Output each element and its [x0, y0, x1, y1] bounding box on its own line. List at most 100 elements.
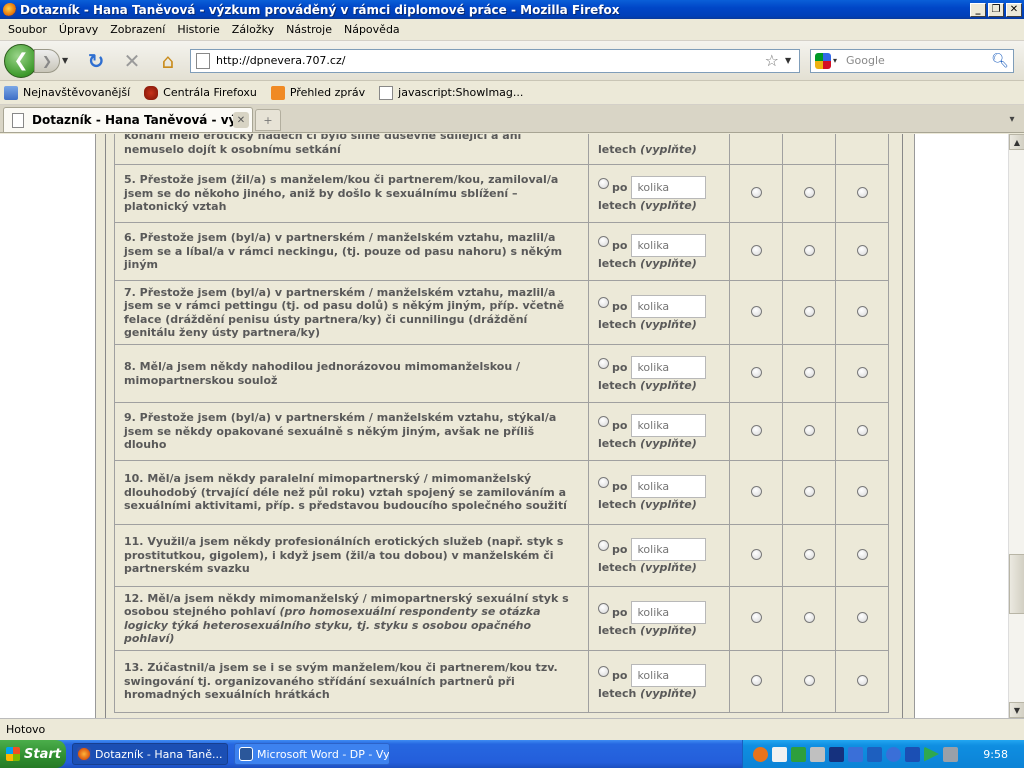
- taskbar-firefox[interactable]: Dotazník - Hana Taně...: [72, 743, 228, 765]
- answer-radio-1[interactable]: [750, 611, 762, 623]
- menu-help[interactable]: Nápověda: [338, 23, 406, 36]
- answer-radio-1[interactable]: [750, 424, 762, 436]
- search-engine-dropdown-icon[interactable]: ▾: [833, 56, 843, 65]
- restore-button[interactable]: ❐: [988, 2, 1004, 17]
- answer-radio-2[interactable]: [803, 548, 815, 560]
- answer-radio-3[interactable]: [856, 548, 868, 560]
- answer-radio-3[interactable]: [856, 244, 868, 256]
- frequency-radio[interactable]: [598, 415, 609, 427]
- reload-icon[interactable]: ↻: [84, 49, 108, 73]
- answer-radio-2[interactable]: [803, 424, 815, 436]
- answer-radio-1[interactable]: [750, 548, 762, 560]
- play-tray-icon[interactable]: [924, 746, 939, 762]
- frequency-radio[interactable]: [598, 296, 609, 308]
- menu-file[interactable]: Soubor: [2, 23, 53, 36]
- volume-tray-icon[interactable]: [810, 746, 825, 762]
- vertical-scrollbar[interactable]: ▲ ▼: [1008, 134, 1024, 718]
- answer-radio-1[interactable]: [750, 186, 762, 198]
- answer-radio-3[interactable]: [856, 366, 868, 378]
- window-title-bar[interactable]: Dotazník - Hana Taněvová - výzkum provád…: [0, 0, 1024, 19]
- tab-list-dropdown-icon[interactable]: ▾: [1002, 108, 1022, 130]
- page-viewport[interactable]: konání mělo erotický nádech či bylo siln…: [0, 134, 1008, 718]
- search-icon[interactable]: 🔍︎: [991, 53, 1009, 69]
- frequency-radio[interactable]: [598, 665, 609, 677]
- bookmark-javascript[interactable]: javascript:ShowImag...: [379, 85, 523, 100]
- answer-radio-1[interactable]: [750, 674, 762, 686]
- answer-radio-2[interactable]: [803, 366, 815, 378]
- bookmark-news-feed[interactable]: Přehled zpráv: [270, 85, 365, 100]
- answer-radio-1[interactable]: [750, 366, 762, 378]
- url-dropdown-icon[interactable]: ▼: [785, 56, 799, 65]
- answer-radio-2[interactable]: [803, 485, 815, 497]
- bluetooth-tray-icon[interactable]: [886, 746, 901, 762]
- years-count-input[interactable]: [631, 355, 707, 379]
- history-dropdown-icon[interactable]: ▼: [62, 56, 72, 65]
- tab-close-icon[interactable]: ✕: [233, 112, 249, 128]
- frequency-radio[interactable]: [598, 177, 609, 189]
- menu-tools[interactable]: Nástroje: [280, 23, 338, 36]
- years-count-input[interactable]: [631, 474, 707, 498]
- answer-radio-2[interactable]: [803, 244, 815, 256]
- frequency-radio[interactable]: [598, 539, 609, 551]
- notepad-tray-icon[interactable]: [772, 746, 787, 762]
- tab-questionnaire[interactable]: Dotazník - Hana Taněvová - výzkum... ✕: [3, 107, 253, 132]
- stop-icon[interactable]: ✕: [120, 49, 144, 73]
- answer-radio-3[interactable]: [856, 424, 868, 436]
- app-tray-icon[interactable]: [829, 746, 844, 762]
- answer-radio-3[interactable]: [856, 611, 868, 623]
- scroll-down-icon[interactable]: ▼: [1009, 702, 1024, 718]
- years-count-input[interactable]: [631, 413, 707, 437]
- scroll-thumb[interactable]: [1009, 554, 1024, 614]
- answer-radio-2[interactable]: [803, 611, 815, 623]
- language-tray-icon[interactable]: [867, 746, 882, 762]
- years-count-input[interactable]: [631, 600, 707, 624]
- answer-radio-3[interactable]: [856, 305, 868, 317]
- monitor-tray-icon[interactable]: [943, 746, 958, 762]
- google-engine-icon[interactable]: [815, 52, 831, 69]
- search-input[interactable]: Google: [843, 54, 991, 67]
- years-count-input[interactable]: [631, 294, 707, 318]
- scroll-up-icon[interactable]: ▲: [1009, 134, 1024, 150]
- answer-radio-1[interactable]: [750, 305, 762, 317]
- years-count-input[interactable]: [631, 175, 707, 199]
- minimize-button[interactable]: _: [970, 2, 986, 17]
- taskbar-word[interactable]: Microsoft Word - DP - Vyf...: [234, 743, 390, 765]
- answer-radio-2[interactable]: [803, 674, 815, 686]
- answer-radio-3[interactable]: [856, 674, 868, 686]
- frequency-radio[interactable]: [598, 235, 609, 247]
- frequency-radio[interactable]: [598, 602, 609, 614]
- answer-radio-2[interactable]: [803, 186, 815, 198]
- answer-radio-2[interactable]: [803, 305, 815, 317]
- bookmark-star-icon[interactable]: ☆: [765, 51, 779, 70]
- new-tab-button[interactable]: +: [255, 109, 281, 131]
- url-text[interactable]: http://dpnevera.707.cz/: [216, 54, 765, 67]
- menu-history[interactable]: Historie: [171, 23, 225, 36]
- answer-radio-1[interactable]: [750, 244, 762, 256]
- network-tray-icon[interactable]: [791, 746, 806, 762]
- bookmark-most-visited[interactable]: Nejnavštěvovanější: [4, 85, 130, 100]
- years-count-input[interactable]: [631, 663, 707, 687]
- menu-view[interactable]: Zobrazení: [104, 23, 171, 36]
- answer-radio-1[interactable]: [750, 485, 762, 497]
- menu-edit[interactable]: Úpravy: [53, 23, 104, 36]
- home-icon[interactable]: ⌂: [156, 49, 180, 73]
- close-button[interactable]: ✕: [1006, 2, 1022, 17]
- forward-button[interactable]: ❯: [34, 48, 60, 73]
- frequency-radio[interactable]: [598, 476, 609, 488]
- url-bar[interactable]: http://dpnevera.707.cz/ ☆ ▼: [190, 48, 800, 73]
- menu-bookmarks[interactable]: Záložky: [226, 23, 280, 36]
- answer-radio-3[interactable]: [856, 485, 868, 497]
- search-bar[interactable]: ▾ Google 🔍︎: [810, 48, 1014, 73]
- start-button[interactable]: Start: [0, 740, 66, 768]
- frequency-radio[interactable]: [598, 357, 609, 369]
- back-button[interactable]: ❮: [4, 43, 38, 78]
- firefox-tray-icon[interactable]: [753, 746, 768, 762]
- answer-radio-3[interactable]: [856, 186, 868, 198]
- bookmark-firefox-central[interactable]: Centrála Firefoxu: [144, 85, 257, 100]
- word-icon: [239, 747, 253, 761]
- rss-icon: [270, 85, 285, 100]
- years-count-input[interactable]: [631, 233, 707, 257]
- keyboard-tray-icon[interactable]: [848, 746, 863, 762]
- years-count-input[interactable]: [631, 537, 707, 561]
- security-tray-icon[interactable]: [905, 746, 920, 762]
